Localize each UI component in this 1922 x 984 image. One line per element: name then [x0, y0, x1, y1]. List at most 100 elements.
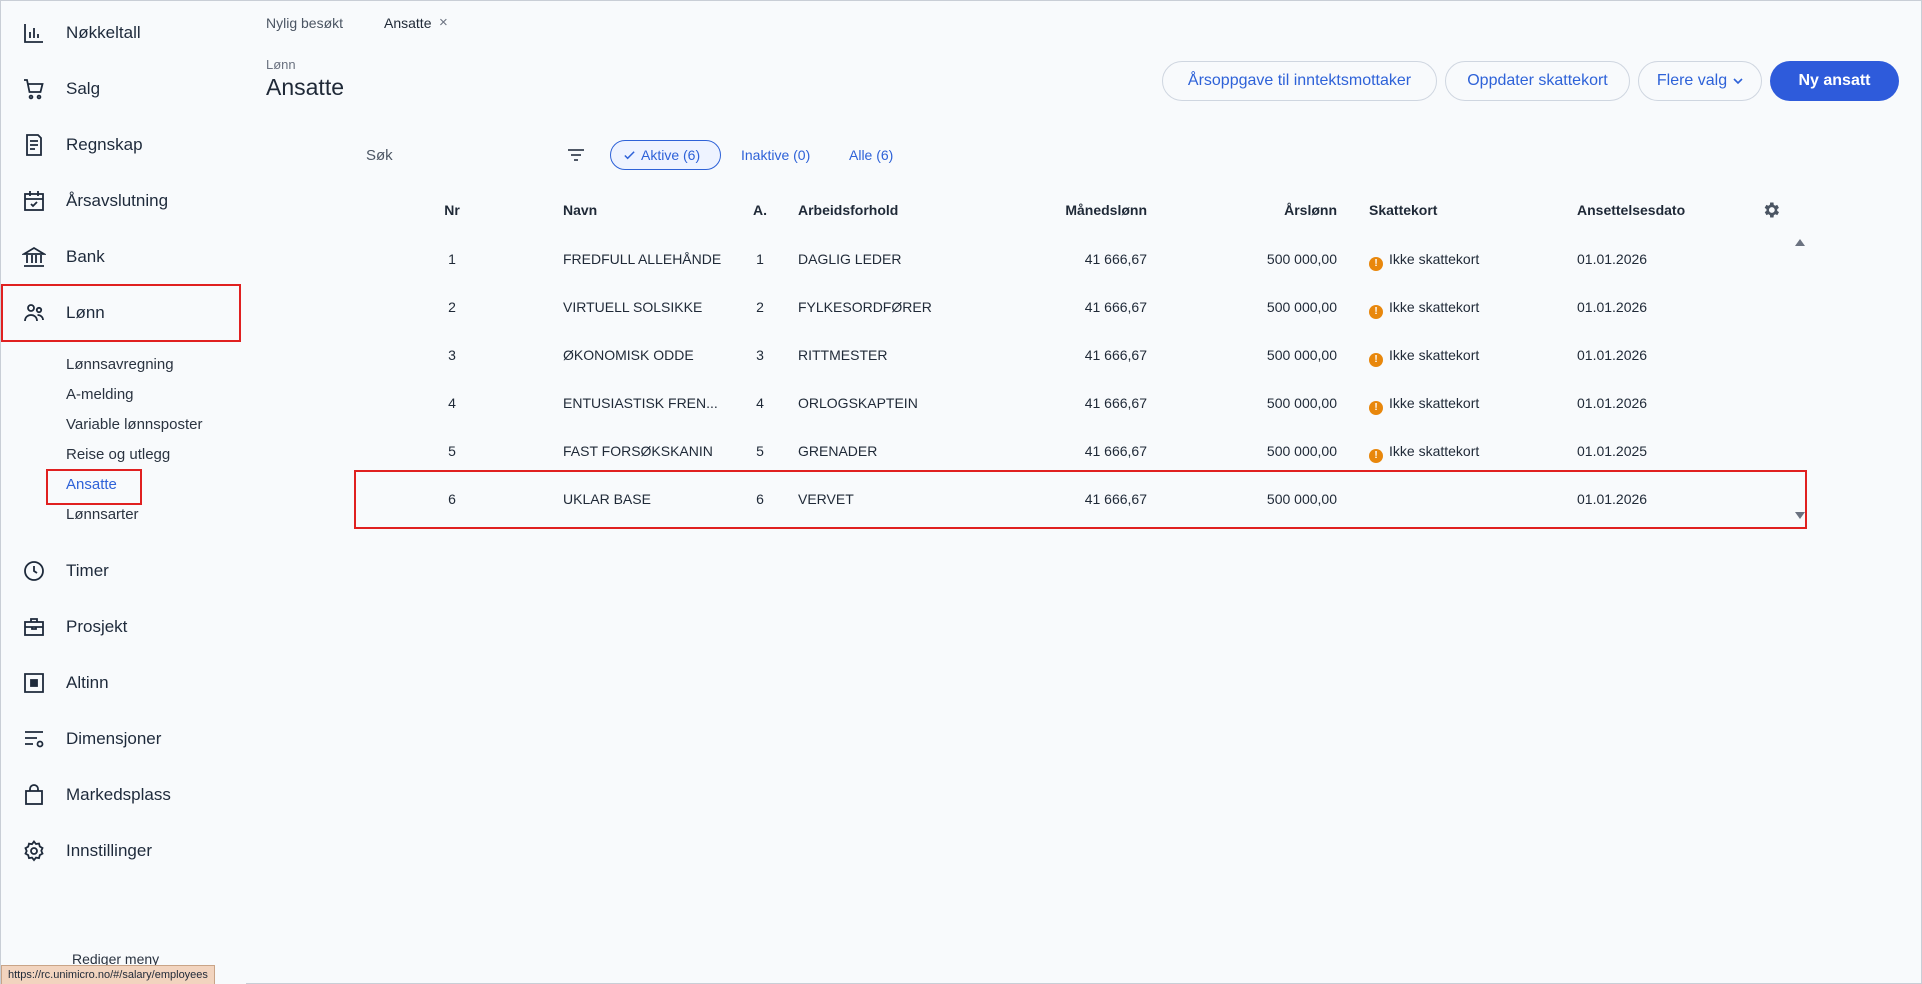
filter-settings-icon [21, 726, 47, 752]
sidebar-item-nokkeltall[interactable]: Nøkkeltall [1, 5, 241, 61]
sidebar-item-label: Altinn [66, 673, 109, 692]
scroll-down-arrow[interactable] [1795, 512, 1805, 519]
cell-ansettelsesdato: 01.01.2026 [1577, 347, 1648, 363]
sidebar-item-lonn[interactable]: Lønn [1, 284, 241, 342]
cell-navn: FAST FORSØKSKANIN [563, 443, 713, 459]
bank-icon [21, 244, 47, 270]
filter-icon[interactable] [564, 143, 588, 167]
filter-chip-all[interactable]: Alle (6) [849, 140, 893, 170]
cell-a: 1 [756, 251, 764, 267]
cart-icon [21, 76, 47, 102]
update-tax-card-button[interactable]: Oppdater skattekort [1445, 61, 1630, 101]
sidebar-item-timer[interactable]: Timer [1, 543, 241, 599]
sidebar-item-arsavslutning[interactable]: Årsavslutning [1, 173, 241, 229]
tab-recent[interactable]: Nylig besøkt [266, 15, 343, 31]
column-header-skattekort[interactable]: Skattekort [1369, 202, 1437, 218]
column-header-arslonn[interactable]: Årslønn [1201, 202, 1337, 218]
gear-icon[interactable] [1761, 200, 1781, 220]
cell-a: 2 [756, 299, 764, 315]
cell-manedslonn: 41 666,67 [1084, 299, 1147, 315]
sidebar: Nøkkeltall Salg Regnskap Årsavslutning B… [1, 1, 246, 984]
warning-icon: ! [1369, 353, 1383, 367]
sidebar-subitem-a-melding[interactable]: A-melding [66, 386, 134, 403]
gear-icon [21, 838, 47, 864]
cell-navn: ENTUSIASTISK FREN... [563, 395, 718, 411]
sidebar-item-markedsplass[interactable]: Markedsplass [1, 767, 241, 823]
cell-skattekort: ! Ikke skattekort [1369, 443, 1549, 463]
cell-navn: FREDFULL ALLEHÅNDE [563, 251, 722, 267]
close-icon[interactable]: × [439, 14, 448, 31]
column-header-manedslonn[interactable]: Månedslønn [1001, 202, 1147, 218]
sidebar-subitem-reise-og-utlegg[interactable]: Reise og utlegg [66, 446, 170, 463]
cell-arslonn: 500 000,00 [1266, 395, 1337, 411]
clock-icon [21, 558, 47, 584]
cell-ansettelsesdato: 01.01.2026 [1577, 299, 1648, 315]
cell-skattekort: ! Ikke skattekort [1369, 299, 1549, 319]
column-header-navn[interactable]: Navn [563, 202, 597, 218]
cell-a: 4 [756, 395, 764, 411]
cell-text: Ikke skattekort [1389, 251, 1480, 267]
column-header-ansettelsesdato[interactable]: Ansettelsesdato [1577, 202, 1685, 218]
sidebar-item-label: Innstillinger [66, 841, 152, 860]
new-employee-button[interactable]: Ny ansatt [1770, 61, 1899, 101]
column-header-arbeidsforhold[interactable]: Arbeidsforhold [798, 202, 898, 218]
cell-arbeidsforhold: ORLOGSKAPTEIN [798, 395, 918, 411]
row-highlight [354, 470, 1807, 529]
sidebar-item-innstillinger[interactable]: Innstillinger [1, 823, 241, 879]
cell-text: Ikke skattekort [1389, 347, 1480, 363]
sidebar-item-label: Timer [66, 561, 109, 580]
cell-skattekort: ! Ikke skattekort [1369, 251, 1549, 271]
cell-nr: 1 [448, 251, 456, 267]
cell-text: Ikke skattekort [1389, 395, 1480, 411]
sidebar-subitem-lonnsarter[interactable]: Lønnsarter [66, 506, 139, 523]
sidebar-item-altinn[interactable]: Altinn [1, 655, 241, 711]
cell-nr: 3 [448, 347, 456, 363]
cell-arbeidsforhold: FYLKESORDFØRER [798, 299, 932, 315]
cell-manedslonn: 41 666,67 [1084, 347, 1147, 363]
warning-icon: ! [1369, 449, 1383, 463]
chevron-down-icon [1733, 78, 1743, 85]
square-dot-icon [21, 670, 47, 696]
sidebar-subitem-lonnsavregning[interactable]: Lønnsavregning [66, 356, 174, 373]
people-icon [21, 300, 47, 326]
tab-ansatte[interactable]: Ansatte [384, 15, 431, 31]
scroll-up-arrow[interactable] [1795, 239, 1805, 246]
filter-chip-active[interactable]: Aktive (6) [610, 140, 721, 170]
cell-text: Ikke skattekort [1389, 299, 1480, 315]
search-input[interactable] [366, 142, 546, 168]
more-options-button[interactable]: Flere valg [1638, 61, 1762, 101]
cell-arbeidsforhold: RITTMESTER [798, 347, 888, 363]
column-header-nr[interactable]: Nr [432, 202, 472, 218]
sidebar-item-prosjekt[interactable]: Prosjekt [1, 599, 241, 655]
sidebar-item-bank[interactable]: Bank [1, 229, 241, 285]
sidebar-item-regnskap[interactable]: Regnskap [1, 117, 241, 173]
sidebar-subitem-variable-lonnsposter[interactable]: Variable lønnsposter [66, 416, 202, 433]
cell-arslonn: 500 000,00 [1266, 299, 1337, 315]
sidebar-item-label: Nøkkeltall [66, 23, 141, 42]
cell-a: 3 [756, 347, 764, 363]
page-title: Ansatte [266, 74, 344, 100]
sidebar-item-label: Bank [66, 247, 105, 266]
cell-arslonn: 500 000,00 [1266, 443, 1337, 459]
sidebar-item-label: Lønn [66, 303, 105, 322]
cell-nr: 4 [448, 395, 456, 411]
filter-chip-label: Aktive (6) [641, 147, 701, 163]
warning-icon: ! [1369, 401, 1383, 415]
cell-arbeidsforhold: GRENADER [798, 443, 878, 459]
cell-manedslonn: 41 666,67 [1084, 395, 1147, 411]
cell-ansettelsesdato: 01.01.2026 [1577, 251, 1648, 267]
cell-ansettelsesdato: 01.01.2026 [1577, 395, 1648, 411]
sidebar-item-dimensjoner[interactable]: Dimensjoner [1, 711, 241, 767]
cell-ansettelsesdato: 01.01.2025 [1577, 443, 1648, 459]
sidebar-item-label: Prosjekt [66, 617, 128, 636]
cell-manedslonn: 41 666,67 [1084, 443, 1147, 459]
calendar-check-icon [21, 188, 47, 214]
cell-a: 5 [756, 443, 764, 459]
column-header-a[interactable]: A. [745, 202, 775, 218]
cell-nr: 2 [448, 299, 456, 315]
cell-manedslonn: 41 666,67 [1084, 251, 1147, 267]
annual-statement-button[interactable]: Årsoppgave til inntektsmottaker [1162, 61, 1437, 101]
bar-chart-icon [21, 20, 47, 46]
filter-chip-inactive[interactable]: Inaktive (0) [741, 140, 810, 170]
sidebar-item-salg[interactable]: Salg [1, 61, 241, 117]
